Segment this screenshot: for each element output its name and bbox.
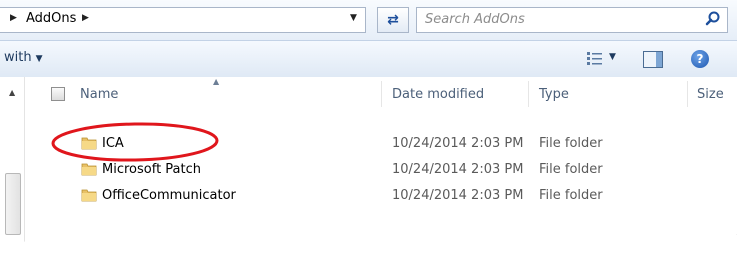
column-header-name[interactable]: Name bbox=[80, 87, 118, 102]
scroll-up-icon[interactable]: ▲ bbox=[9, 88, 15, 97]
chevron-right-icon[interactable]: ▶ bbox=[82, 13, 89, 23]
search-icon[interactable] bbox=[705, 11, 721, 27]
column-divider[interactable] bbox=[381, 81, 382, 107]
refresh-icon: ⇄ bbox=[387, 12, 399, 28]
file-date: 10/24/2014 2:03 PM bbox=[392, 188, 524, 203]
file-type: File folder bbox=[539, 136, 603, 151]
preview-pane-icon[interactable] bbox=[643, 51, 663, 68]
column-header-type[interactable]: Type bbox=[539, 87, 569, 102]
column-header-date[interactable]: Date modified bbox=[392, 87, 484, 102]
column-divider[interactable] bbox=[528, 81, 529, 107]
file-name: OfficeCommunicator bbox=[102, 188, 236, 203]
select-all-checkbox[interactable] bbox=[51, 87, 65, 101]
breadcrumb-addons[interactable]: AddOns bbox=[26, 11, 76, 26]
file-type: File folder bbox=[539, 162, 603, 177]
file-date: 10/24/2014 2:03 PM bbox=[392, 136, 524, 151]
share-with-menu[interactable]: with ▼ bbox=[4, 50, 43, 65]
address-bar[interactable]: ▶ AddOns ▶ ▼ bbox=[0, 7, 366, 33]
file-type: File folder bbox=[539, 188, 603, 203]
column-header-size[interactable]: Size bbox=[697, 87, 724, 102]
list-item[interactable]: OfficeCommunicator 10/24/2014 2:03 PM Fi… bbox=[25, 185, 737, 207]
column-divider[interactable] bbox=[687, 81, 688, 107]
share-with-label: with bbox=[4, 50, 32, 65]
sort-ascending-icon: ▲ bbox=[213, 77, 220, 86]
highlight-ellipse bbox=[51, 122, 219, 162]
file-date: 10/24/2014 2:03 PM bbox=[392, 162, 524, 177]
search-input[interactable]: Search AddOns bbox=[416, 7, 728, 33]
file-name: Microsoft Patch bbox=[102, 162, 201, 177]
search-placeholder: Search AddOns bbox=[425, 12, 525, 27]
explorer-window: ▶ AddOns ▶ ▼ ⇄ Search AddOns with ▼ ▼ ? ▲ bbox=[0, 0, 737, 247]
command-bar: with ▼ ▼ ? bbox=[0, 40, 737, 78]
refresh-button[interactable]: ⇄ bbox=[377, 7, 409, 33]
folder-icon bbox=[81, 163, 97, 176]
scrollbar-thumb[interactable] bbox=[5, 173, 21, 235]
chevron-down-icon[interactable]: ▼ bbox=[350, 13, 357, 23]
chevron-down-icon[interactable]: ▼ bbox=[609, 52, 616, 62]
column-header-row: ▲ Name Date modified Type Size bbox=[25, 77, 737, 113]
views-icon[interactable] bbox=[587, 52, 603, 66]
address-row: ▶ AddOns ▶ ▼ ⇄ Search AddOns bbox=[0, 0, 737, 40]
folder-icon bbox=[81, 189, 97, 202]
chevron-down-icon: ▼ bbox=[35, 54, 43, 64]
chevron-right-icon[interactable]: ▶ bbox=[10, 13, 17, 23]
help-icon[interactable]: ? bbox=[691, 50, 709, 68]
navigation-pane: ▲ bbox=[0, 77, 25, 247]
